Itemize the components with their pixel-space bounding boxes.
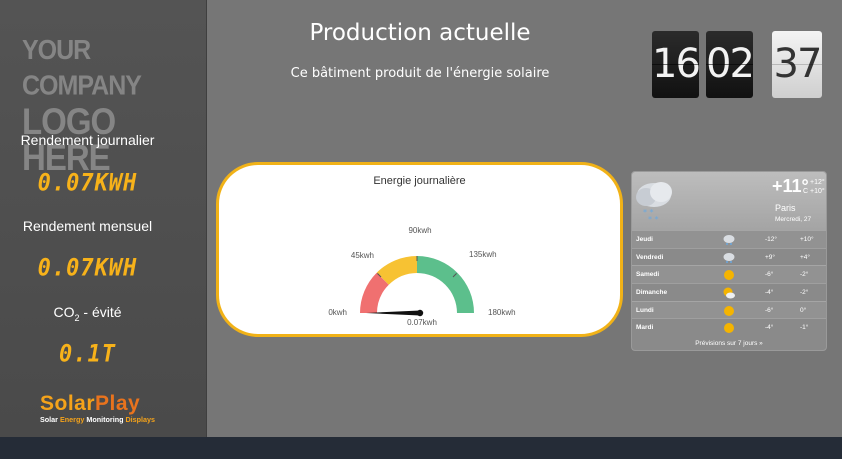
forecast-row: Lundi -6° 0° [632, 300, 826, 319]
sun-icon [724, 323, 734, 334]
forecast-7-days-link[interactable]: Prévisions sur 7 jours » [632, 340, 826, 347]
forecast-day: Mardi [636, 324, 654, 332]
forecast-high: 0° [800, 306, 807, 314]
forecast-day: Samedi [636, 271, 660, 279]
weather-unit: C [803, 188, 809, 195]
solarplay-logo: SolarPlay Solar Energy Monitoring Displa… [40, 393, 180, 424]
page-subtitle: Ce bâtiment produit de l'énergie solaire [290, 66, 550, 81]
clock-minutes: 02 [706, 31, 753, 98]
sidebar: YOUR COMPANY LOGO HERE Rendement journal… [0, 0, 207, 437]
forecast-day: Vendredi [636, 253, 664, 261]
forecast-low: -6° [765, 306, 774, 314]
forecast-low: +9° [765, 253, 776, 261]
co2-prefix: CO [53, 304, 75, 320]
forecast-day: Jeudi [636, 235, 653, 243]
gauge-value-label: 0.07kwh [407, 318, 437, 327]
forecast-high: -2° [800, 288, 809, 296]
forecast-low: -4° [765, 324, 774, 332]
forecast-high: +4° [800, 253, 811, 261]
forecast-day: Dimanche [636, 288, 668, 296]
sun-cloud-icon [723, 287, 735, 299]
bottom-bar [0, 437, 842, 459]
daily-yield-value: 0.07KWH [37, 169, 138, 198]
co2-suffix: - évité [79, 304, 122, 320]
weather-city: Paris [775, 203, 796, 213]
clock-hours: 16 [652, 31, 699, 98]
forecast-high: -2° [800, 271, 809, 279]
co2-avoided-label: CO2 - évité [0, 304, 175, 323]
weather-high: +12° [810, 179, 825, 186]
gauge-label-135: 135kwh [469, 250, 497, 259]
svg-text:* *: * * [648, 215, 659, 224]
forecast-row: Jeudi -12° +10° [632, 230, 826, 248]
company-logo: YOUR COMPANY LOGO HERE [22, 32, 192, 175]
gauge-band-green [417, 256, 474, 313]
gauge-label-min: 0kwh [328, 308, 347, 317]
gauge-pivot [416, 309, 424, 317]
forecast-row: Samedi -6° -2° [632, 265, 826, 284]
logo-line-1: YOUR COMPANY [22, 34, 142, 102]
forecast-high: -1° [800, 324, 809, 332]
daily-yield-label: Rendement journalier [20, 132, 155, 148]
sun-icon [724, 305, 734, 316]
snow-cloud-icon [723, 252, 735, 263]
monthly-yield-value: 0.07KWH [37, 254, 138, 283]
weather-low: +10° [810, 188, 825, 195]
snow-cloud-icon [723, 235, 735, 245]
tagline-a: Solar [40, 415, 60, 424]
gauge-label-45: 45kwh [351, 251, 374, 260]
weather-widget: * * * * +11° C +12° +10° Paris Mercredi,… [631, 171, 827, 351]
forecast-low: -12° [765, 235, 777, 243]
forecast-list: Jeudi -12° +10° Vendredi +9° +4° Samedi … [632, 230, 826, 336]
sun-icon [724, 270, 734, 281]
forecast-high: +10° [800, 235, 814, 243]
weather-date: Mercredi, 27 [775, 216, 812, 223]
monthly-yield-label: Rendement mensuel [22, 218, 153, 234]
page-title: Production actuelle [309, 20, 531, 46]
tagline-b: Energy [59, 415, 85, 424]
tagline-d: Displays [125, 415, 156, 424]
forecast-low: -4° [765, 288, 774, 296]
forecast-day: Lundi [636, 306, 654, 314]
gauge-chart: 0kwh 45kwh 90kwh 135kwh 180kwh 0.07kwh [328, 226, 516, 327]
forecast-row: Vendredi +9° +4° [632, 247, 826, 266]
gauge-label-max: 180kwh [488, 308, 516, 317]
brand-tagline: Solar Energy Monitoring Displays [40, 415, 180, 424]
forecast-low: -6° [765, 271, 774, 279]
snow-cloud-icon: * * * * [636, 182, 672, 224]
brand-part-1: Solar [40, 392, 96, 415]
brand-part-2: Play [95, 392, 141, 415]
gauge-label-90: 90kwh [408, 226, 431, 235]
forecast-row: Dimanche -4° -2° [632, 283, 826, 301]
forecast-row: Mardi -4° -1° [632, 318, 826, 336]
co2-avoided-value: 0.1T [59, 340, 116, 369]
tagline-c: Monitoring [84, 415, 126, 424]
weather-current: * * * * +11° C +12° +10° Paris Mercredi,… [632, 172, 826, 230]
daily-energy-gauge-card: Energie journalière 0kwh 45kwh 90kwh 135… [216, 162, 623, 337]
clock-seconds: 37 [772, 31, 822, 98]
